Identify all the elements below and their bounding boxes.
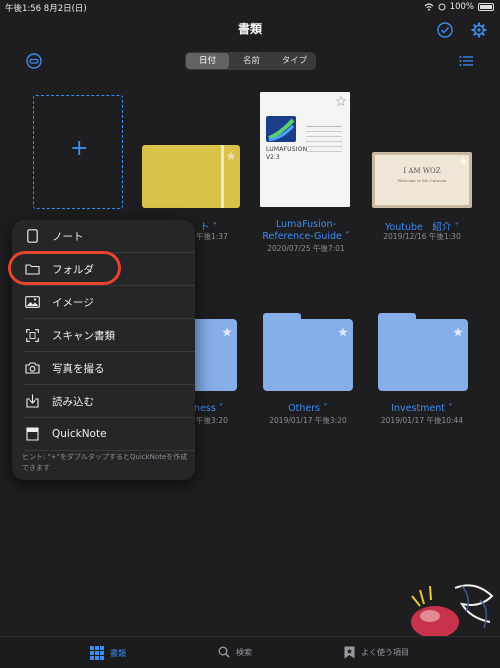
sort-by-name[interactable]: 名前 xyxy=(230,53,273,69)
favorite-star-icon[interactable] xyxy=(459,157,468,166)
settings-gear-icon[interactable] xyxy=(471,22,487,38)
scan-icon xyxy=(25,328,39,342)
page-title: 書類 xyxy=(237,22,262,36)
image-icon xyxy=(24,296,40,308)
favorite-star-icon[interactable] xyxy=(226,151,236,161)
new-document-button[interactable]: + xyxy=(33,95,123,209)
menu-hint: ヒント: "+"をダブルタップするとQuickNoteを作成できます xyxy=(22,453,188,472)
document-date: 2020/07/25 午後7:01 xyxy=(267,244,345,253)
wifi-icon xyxy=(424,3,434,11)
document-thumbnail-youtube[interactable]: I AM WOZ Welcome to Mr Caravan xyxy=(372,152,472,208)
folder-date: 2019/01/17 午後10:44 xyxy=(380,416,464,425)
plus-icon: + xyxy=(70,136,89,161)
status-time: 午後1:56 xyxy=(5,4,42,14)
highlight-ring xyxy=(8,251,121,285)
tab-bar: 書類 検索 よく使う項目 xyxy=(0,636,500,668)
favorite-star-icon[interactable] xyxy=(338,327,348,337)
pdf-thumbnail-lumafusion[interactable]: LUMAFUSION V2.3 xyxy=(260,92,350,207)
folder-label-others[interactable]: Others ˅ xyxy=(258,403,358,414)
import-icon xyxy=(25,394,39,408)
folder-date: 午後3:20 xyxy=(196,416,228,425)
document-label-lumafusion[interactable]: LumaFusion- Reference-Guide ˅ xyxy=(258,219,354,243)
menu-item-quicknote[interactable]: QuickNote xyxy=(12,418,195,450)
favorite-star-icon[interactable] xyxy=(336,96,346,106)
tab-search[interactable]: 検索 xyxy=(218,646,252,658)
folder-label-investment[interactable]: Investment ˅ xyxy=(372,403,472,414)
folder-date: 2019/01/17 午後3:20 xyxy=(269,416,347,425)
rotation-lock-icon xyxy=(438,3,446,11)
grid-icon xyxy=(90,646,104,660)
tab-favorites[interactable]: よく使う項目 xyxy=(344,646,409,659)
menu-item-note[interactable]: ノート xyxy=(12,220,195,252)
tab-documents[interactable]: 書類 xyxy=(90,646,126,660)
quicknote-icon xyxy=(25,427,39,441)
lumafusion-logo-icon xyxy=(268,118,295,142)
cloud-sync-icon[interactable] xyxy=(26,53,42,69)
folder-others[interactable] xyxy=(263,313,353,391)
menu-item-import[interactable]: 読み込む xyxy=(12,385,195,417)
status-bar: 午後1:56 8月2日(日) 100% xyxy=(0,0,500,14)
status-date: 8月2日(日) xyxy=(43,4,87,14)
battery-percent: 100% xyxy=(449,2,474,12)
select-check-icon[interactable] xyxy=(437,22,453,38)
favorite-star-icon[interactable] xyxy=(222,327,232,337)
notebook-thumbnail[interactable] xyxy=(142,145,240,208)
sort-by-date[interactable]: 日付 xyxy=(186,53,229,69)
bookmark-star-icon xyxy=(344,646,355,659)
search-icon xyxy=(218,646,230,658)
document-date: 2019/12/16 午後1:30 xyxy=(383,232,461,241)
menu-item-camera[interactable]: 写真を撮る xyxy=(12,352,195,384)
sort-segmented-control[interactable]: 日付 名前 タイプ xyxy=(185,52,316,70)
menu-item-image[interactable]: イメージ xyxy=(12,286,195,318)
sort-by-type[interactable]: タイプ xyxy=(273,53,316,69)
list-view-icon[interactable] xyxy=(459,55,473,67)
menu-item-scan[interactable]: スキャン書類 xyxy=(12,319,195,351)
document-date: 午後1:37 xyxy=(196,232,228,241)
decorative-doodle-icon xyxy=(411,584,494,636)
tablet-icon xyxy=(26,229,38,243)
folder-label-business[interactable]: ness ˅ xyxy=(194,403,224,414)
camera-icon xyxy=(24,362,40,374)
folder-investment[interactable] xyxy=(378,313,468,391)
favorite-star-icon[interactable] xyxy=(453,327,463,337)
battery-icon xyxy=(478,3,494,11)
